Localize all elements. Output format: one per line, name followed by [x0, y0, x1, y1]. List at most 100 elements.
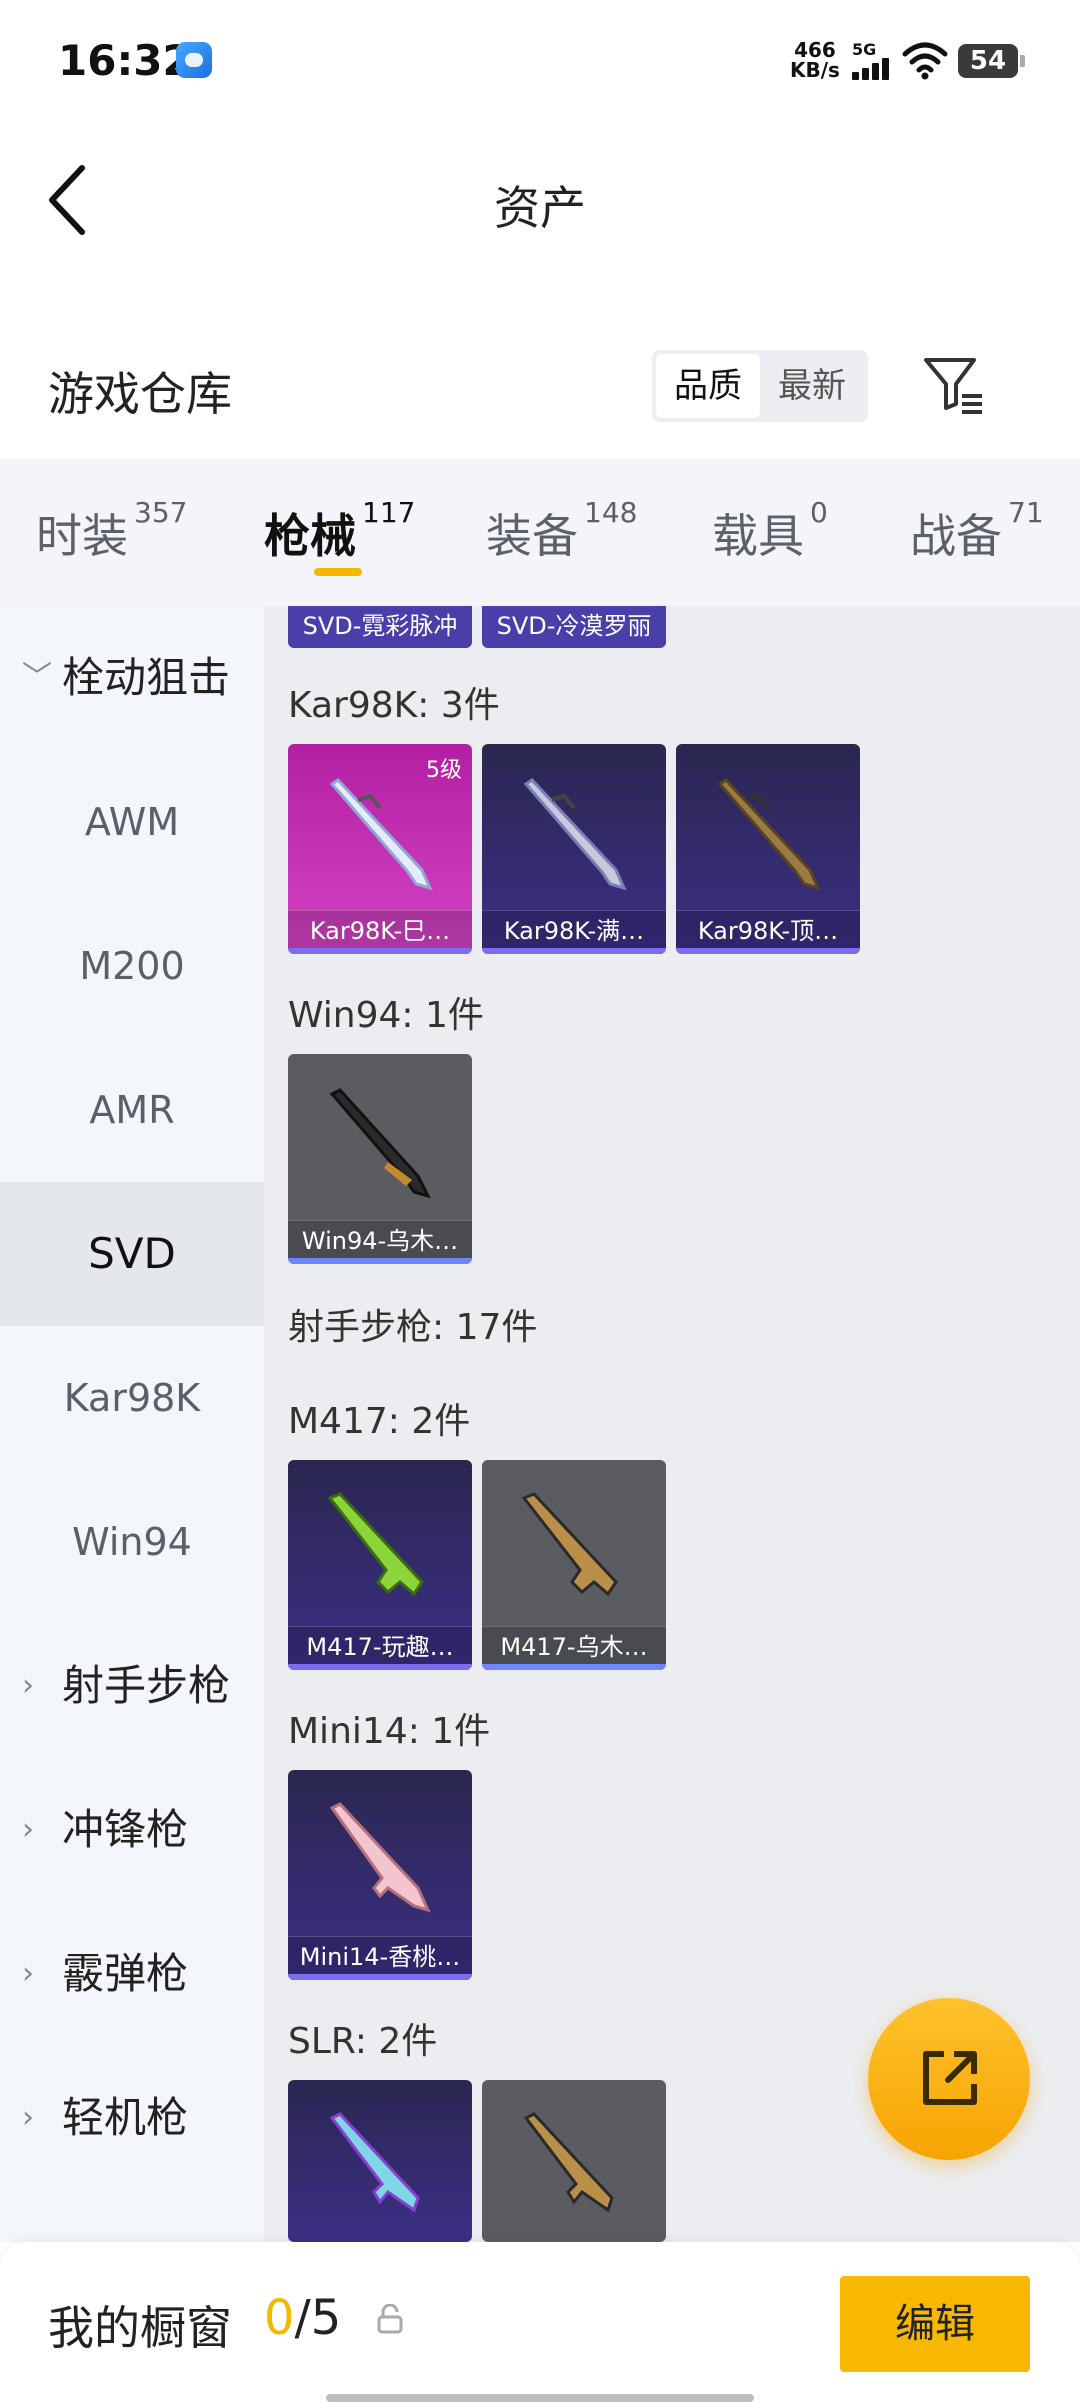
assets-page: 16:32 466 KB/s 5G 54 资产 游戏仓库 品质 最新 时装 35…: [0, 0, 1080, 2408]
tab-fashion[interactable]: 时装 357: [36, 496, 187, 566]
showcase-label: 我的橱窗: [48, 2301, 232, 2355]
showcase-bar: 我的橱窗 0/5 编辑: [0, 2242, 1080, 2408]
weapon-category-sidebar: ﹀ 栓动狙击 AWM M200 AMR SVD Kar98K Win94 › 射手步…: [0, 606, 264, 2242]
sort-toggle: 品质 最新: [652, 350, 868, 422]
group-title: M417: 2件: [288, 1401, 471, 1442]
group-title: Mini14: 1件: [288, 1711, 491, 1752]
sort-latest-button[interactable]: 最新: [760, 354, 864, 418]
sidebar-item-label: 射手步枪: [62, 1661, 231, 1710]
rifle-icon: [329, 2112, 420, 2213]
rarity-bar: [288, 1258, 472, 1264]
tab-label: 装备: [486, 509, 578, 563]
sidebar-item-svd[interactable]: SVD: [0, 1182, 264, 1326]
tab-supplies[interactable]: 战备 71: [910, 496, 1044, 566]
rifle-icon: [327, 1492, 424, 1597]
rarity-bar: [482, 948, 666, 954]
rarity-bar: [288, 1664, 472, 1670]
weapon-grid: SVD-霓彩脉冲 SVD-冷漠罗丽 Kar98K: 3件 5级 Kar98K-巳…: [264, 606, 1080, 2242]
tab-label: 时装: [36, 509, 128, 563]
signal-icon: [852, 58, 892, 80]
tab-label: 枪械: [264, 509, 356, 563]
item-card[interactable]: 5级 Kar98K-巳…: [288, 744, 472, 954]
network-speed: 466 KB/s: [790, 40, 840, 80]
group-title: Win94: 1件: [288, 995, 484, 1036]
sidebar-item-label: 轻机枪: [62, 2093, 189, 2142]
edit-button[interactable]: 编辑: [840, 2276, 1030, 2372]
status-bar: 16:32 466 KB/s 5G 54: [0, 0, 1080, 120]
group-title: SLR: 2件: [288, 2021, 438, 2062]
sidebar-item-label: 栓动狙击: [62, 653, 231, 702]
sidebar-item-label: 霰弹枪: [62, 1949, 189, 1998]
page-title: 资产: [494, 181, 586, 235]
filter-icon[interactable]: [920, 352, 986, 418]
speed-value: 466: [794, 38, 836, 62]
tab-count: 148: [584, 495, 638, 529]
tab-count: 71: [1008, 495, 1044, 529]
sidebar-item-win94[interactable]: Win94: [0, 1470, 264, 1614]
tab-count: 0: [810, 495, 828, 529]
item-card[interactable]: M417-乌木…: [482, 1460, 666, 1670]
rarity-bar: [288, 948, 472, 954]
wifi-icon: [902, 42, 948, 80]
warehouse-header: 游戏仓库 品质 最新: [0, 330, 1080, 450]
item-card[interactable]: SVD-冷漠罗丽: [482, 606, 666, 648]
rifle-icon: [329, 1802, 431, 1913]
rifle-icon: [329, 1088, 431, 1199]
showcase-total: /5: [294, 2290, 342, 2346]
rarity-bar: [676, 948, 860, 954]
header: 资产: [0, 120, 1080, 280]
sidebar-item-awm[interactable]: AWM: [0, 750, 264, 894]
lock-icon: [377, 2304, 403, 2334]
sidebar-item-shotgun[interactable]: › 霰弹枪: [0, 1902, 264, 2046]
sidebar-item-m200[interactable]: M200: [0, 894, 264, 1038]
home-indicator[interactable]: [326, 2394, 754, 2402]
item-card[interactable]: Kar98K-满…: [482, 744, 666, 954]
rifle-icon: [521, 1492, 618, 1597]
chevron-right-icon: ›: [22, 1812, 34, 1847]
item-card[interactable]: [288, 2080, 472, 2242]
sidebar-item-label: 冲锋枪: [62, 1805, 189, 1854]
rarity-bar: [482, 1664, 666, 1670]
chevron-right-icon: ›: [22, 1956, 34, 1991]
sort-quality-button[interactable]: 品质: [656, 354, 760, 418]
rifle-icon: [717, 778, 821, 891]
tab-label: 载具: [712, 509, 804, 563]
item-card[interactable]: Kar98K-顶…: [676, 744, 860, 954]
tab-guns[interactable]: 枪械 117: [264, 496, 415, 566]
chevron-right-icon: ›: [22, 1668, 34, 1703]
showcase-current: 0: [264, 2290, 295, 2346]
rifle-icon: [523, 2112, 614, 2213]
network-type: 5G: [852, 40, 877, 59]
rarity-bar: [288, 1974, 472, 1980]
tab-count: 357: [134, 495, 188, 529]
status-time: 16:32: [58, 36, 192, 85]
item-card[interactable]: SVD-霓彩脉冲: [288, 606, 472, 648]
sidebar-item-bolt-sniper[interactable]: ﹀ 栓动狙击: [0, 606, 264, 750]
app-notification-icon: [176, 42, 212, 78]
sidebar-item-marksman-rifle[interactable]: › 射手步枪: [0, 1614, 264, 1758]
group-title: Kar98K: 3件: [288, 685, 500, 726]
battery-icon: 54: [958, 44, 1025, 78]
item-card[interactable]: Mini14-香桃…: [288, 1770, 472, 1980]
item-card[interactable]: M417-玩趣…: [288, 1460, 472, 1670]
share-icon: [923, 2051, 977, 2105]
chevron-right-icon: ›: [22, 2100, 34, 2135]
group-title: 射手步枪: 17件: [288, 1307, 538, 1348]
item-card[interactable]: [482, 2080, 666, 2242]
section-title: 游戏仓库: [48, 367, 232, 421]
active-tab-indicator: [314, 568, 362, 576]
rifle-icon: [523, 778, 627, 891]
rifle-icon: [329, 778, 433, 891]
tab-equipment[interactable]: 装备 148: [486, 496, 637, 566]
tab-count: 117: [362, 495, 416, 529]
share-button[interactable]: [868, 1998, 1030, 2160]
chevron-down-icon: ﹀: [22, 660, 52, 695]
sidebar-item-lmg[interactable]: › 轻机枪: [0, 2046, 264, 2190]
item-card[interactable]: Win94-乌木…: [288, 1054, 472, 1264]
sidebar-item-smg[interactable]: › 冲锋枪: [0, 1758, 264, 1902]
sidebar-item-amr[interactable]: AMR: [0, 1038, 264, 1182]
sidebar-item-kar98k[interactable]: Kar98K: [0, 1326, 264, 1470]
category-tabs: 时装 357 枪械 117 装备 148 载具 0 战备 71: [0, 458, 1080, 606]
tab-vehicles[interactable]: 载具 0: [712, 496, 828, 566]
tab-label: 战备: [910, 509, 1002, 563]
